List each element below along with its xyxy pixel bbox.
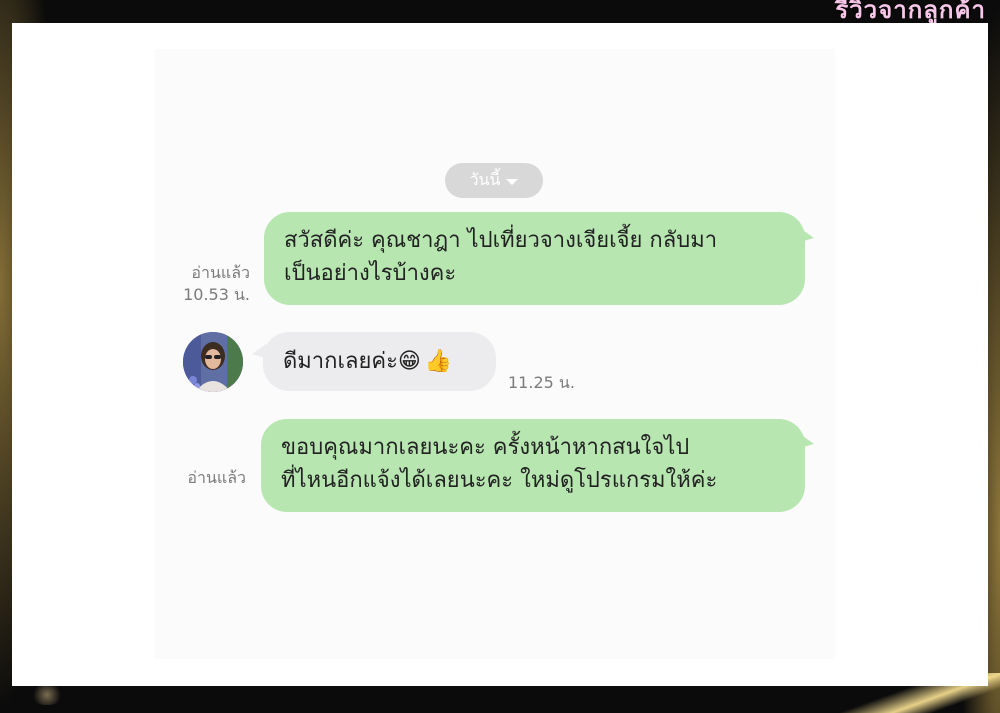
read-receipt: อ่านแล้ว bbox=[170, 467, 246, 489]
message-time: 11.25 น. bbox=[508, 373, 575, 392]
message-line: ที่ไหนอีกแจ้งได้เลยนะคะ ใหม่ดูโปรแกรมให้… bbox=[281, 468, 718, 493]
grin-emoji-icon: 😁 bbox=[397, 349, 421, 374]
thumbs-up-emoji-icon: 👍 bbox=[424, 349, 453, 374]
outgoing-message-bubble[interactable]: ขอบคุณมากเลยนะคะ ครั้งหน้าหากสนใจไป ที่ไ… bbox=[261, 419, 805, 512]
date-chip-label: วันนี้ bbox=[469, 170, 501, 189]
frame-bokeh bbox=[30, 685, 64, 705]
message-line: เป็นอย่างไรบ้างคะ bbox=[284, 261, 457, 286]
bubble-tail bbox=[800, 228, 814, 242]
read-label: อ่านแล้ว bbox=[191, 263, 250, 282]
avatar-photo bbox=[183, 332, 243, 392]
outgoing-message-bubble[interactable]: สวัสดีค่ะ คุณชาฎา ไปเที่ยวจางเจียเจี้ย ก… bbox=[264, 212, 805, 305]
chevron-down-icon bbox=[506, 178, 519, 185]
message-line: ขอบคุณมากเลยนะคะ ครั้งหน้าหากสนใจไป bbox=[281, 435, 690, 460]
user-avatar[interactable] bbox=[183, 332, 243, 392]
read-label: อ่านแล้ว bbox=[187, 468, 246, 487]
message-time: 10.53 น. bbox=[183, 285, 250, 304]
read-receipt: อ่านแล้ว 10.53 น. bbox=[178, 262, 250, 306]
bubble-tail bbox=[800, 434, 814, 448]
incoming-message-bubble[interactable]: ดีมากเลยค่ะ 😁 👍 bbox=[263, 332, 496, 391]
date-chip[interactable]: วันนี้ bbox=[445, 163, 543, 198]
message-line: สวัสดีค่ะ คุณชาฎา ไปเที่ยวจางเจียเจี้ย ก… bbox=[284, 228, 718, 253]
message-text: ดีมากเลยค่ะ bbox=[283, 349, 398, 374]
